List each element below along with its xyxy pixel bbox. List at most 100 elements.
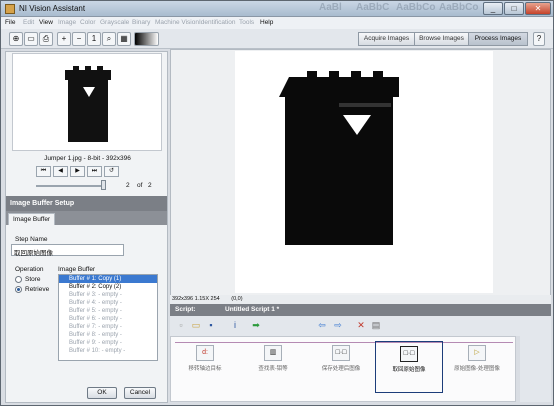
script-step[interactable]: ▷ 原始图像-处理图像 bbox=[443, 341, 511, 381]
minimize-button[interactable]: _ bbox=[483, 2, 503, 15]
list-item[interactable]: Buffer # 7: - empty - bbox=[59, 323, 157, 331]
menu-image[interactable]: Image bbox=[58, 19, 76, 26]
script-toolbar: ▫ ▭ ▪ i ➡ ⇦ ⇨ ✕ ▤ bbox=[170, 316, 551, 336]
step-icon: ▷ bbox=[468, 345, 486, 361]
menu-machine-vision[interactable]: Machine Vision bbox=[155, 19, 199, 26]
thumbnail-view[interactable] bbox=[12, 53, 162, 151]
menu-edit[interactable]: Edit bbox=[23, 19, 34, 26]
list-item[interactable]: Buffer # 4: - empty - bbox=[59, 299, 157, 307]
grayscale-palette-icon[interactable] bbox=[134, 32, 159, 46]
menu-view[interactable]: View bbox=[39, 19, 53, 26]
previous-image-button[interactable]: ◀ bbox=[53, 166, 68, 177]
move-left-icon[interactable]: ⇦ bbox=[316, 319, 328, 331]
step-label: 原始图像-处理图像 bbox=[454, 366, 500, 372]
list-item[interactable]: Buffer # 1: Copy (1) bbox=[59, 275, 157, 283]
page-total: 2 bbox=[148, 182, 152, 189]
delete-step-icon[interactable]: ✕ bbox=[355, 319, 367, 331]
image-canvas[interactable] bbox=[235, 51, 493, 293]
script-steps: d: 移转轴边目标 ▥ 查找表-钼等 □·□ 保存处理后图像 □·□ 取回原始图… bbox=[170, 336, 516, 402]
cursor-coords: (0,0) bbox=[231, 296, 243, 302]
open-folder-icon[interactable]: ▭ bbox=[24, 32, 38, 46]
list-item[interactable]: Buffer # 6: - empty - bbox=[59, 315, 157, 323]
help-icon[interactable]: ? bbox=[533, 32, 545, 46]
zoom-1to1-icon[interactable]: 1 bbox=[87, 32, 101, 46]
app-window: NI Vision Assistant AaBl AaBbC AaBbCo Aa… bbox=[0, 0, 554, 406]
close-button[interactable]: ✕ bbox=[525, 2, 551, 15]
maximize-button[interactable]: □ bbox=[504, 2, 524, 15]
image-buffer-label: Image Buffer bbox=[58, 266, 96, 273]
acquire-images-button[interactable]: Acquire Images bbox=[358, 32, 415, 46]
info-icon[interactable]: i bbox=[229, 319, 241, 331]
script-scrollbar[interactable] bbox=[520, 336, 551, 402]
operation-label: Operation bbox=[15, 266, 44, 273]
background-ghost-text: AaBbCo bbox=[439, 2, 479, 13]
step-icon: d: bbox=[196, 345, 214, 361]
zoom-in-icon[interactable]: + bbox=[57, 32, 71, 46]
menu-color[interactable]: Color bbox=[80, 19, 96, 26]
ok-button[interactable]: OK bbox=[87, 387, 117, 399]
buffer-list[interactable]: Buffer # 1: Copy (1) Buffer # 2: Copy (2… bbox=[58, 274, 158, 361]
step-label: 移转轴边目标 bbox=[188, 366, 222, 372]
status-line: 392x396 1.15X 254 (0,0) bbox=[170, 295, 551, 304]
script-step[interactable]: d: 移转轴边目标 bbox=[171, 341, 239, 381]
list-item[interactable]: Buffer # 10: - empty - bbox=[59, 347, 157, 355]
menu-tools[interactable]: Tools bbox=[239, 19, 254, 26]
list-item[interactable]: Buffer # 3: - empty - bbox=[59, 291, 157, 299]
first-image-button[interactable]: ⏮ bbox=[36, 166, 51, 177]
loop-icon[interactable]: ↺ bbox=[104, 166, 119, 177]
script-header: Script: Untitled Script 1 * bbox=[170, 304, 551, 316]
process-images-button[interactable]: Process Images bbox=[468, 32, 528, 46]
background-ghost-text: AaBbC bbox=[356, 2, 390, 13]
page-of-label: of bbox=[137, 182, 143, 189]
window-title: NI Vision Assistant bbox=[19, 4, 86, 13]
list-item[interactable]: Buffer # 9: - empty - bbox=[59, 339, 157, 347]
script-step-selected[interactable]: □·□ 取回原始图像 bbox=[375, 341, 443, 393]
thumbnail-image bbox=[65, 66, 111, 142]
print-icon[interactable]: ⎙ bbox=[39, 32, 53, 46]
script-step[interactable]: ▥ 查找表-钼等 bbox=[239, 341, 307, 381]
menu-binary[interactable]: Binary bbox=[132, 19, 150, 26]
step-icon: □·□ bbox=[400, 346, 418, 362]
acquire-icon[interactable]: ⊕ bbox=[9, 32, 23, 46]
browse-images-button[interactable]: Browse Images bbox=[414, 32, 469, 46]
list-item[interactable]: Buffer # 5: - empty - bbox=[59, 307, 157, 315]
step-icon: □·□ bbox=[332, 345, 350, 361]
move-right-icon[interactable]: ⇨ bbox=[332, 319, 344, 331]
menu-bar: File Edit View Image Color Grayscale Bin… bbox=[1, 17, 553, 29]
image-slider-track[interactable] bbox=[36, 185, 106, 187]
thumbnail-caption: Jumper 1.jpg - 8-bit - 392x396 bbox=[44, 155, 131, 162]
image-view[interactable] bbox=[170, 49, 551, 296]
store-radio[interactable] bbox=[15, 276, 22, 283]
step-label: 保存处理后图像 bbox=[321, 366, 361, 372]
zoom-out-icon[interactable]: − bbox=[72, 32, 86, 46]
image-slider-knob[interactable] bbox=[101, 180, 106, 190]
color-palette-icon[interactable]: ▦ bbox=[117, 32, 131, 46]
tab-image-buffer[interactable]: Image Buffer bbox=[8, 213, 56, 225]
open-script-icon[interactable]: ▭ bbox=[190, 319, 202, 331]
retrieve-label: Retrieve bbox=[25, 286, 50, 293]
run-icon[interactable]: ➡ bbox=[250, 319, 262, 331]
title-bar[interactable]: NI Vision Assistant AaBl AaBbC AaBbCo Aa… bbox=[1, 1, 553, 17]
script-name: Untitled Script 1 * bbox=[225, 306, 280, 313]
new-script-icon[interactable]: ▫ bbox=[175, 319, 187, 331]
main-toolbar: ⊕ ▭ ⎙ + − 1 ⌕ ▦ Acquire Images Browse Im… bbox=[1, 29, 553, 49]
step-name-input[interactable]: 取回原始图像 bbox=[11, 244, 124, 257]
menu-file[interactable]: File bbox=[5, 19, 15, 26]
menu-identification[interactable]: Identification bbox=[199, 19, 236, 26]
zoom-fit-icon[interactable]: ⌕ bbox=[102, 32, 116, 46]
cancel-button[interactable]: Cancel bbox=[124, 387, 156, 399]
save-script-icon[interactable]: ▪ bbox=[205, 319, 217, 331]
menu-grayscale[interactable]: Grayscale bbox=[100, 19, 129, 26]
script-step[interactable]: □·□ 保存处理后图像 bbox=[307, 341, 375, 381]
step-label: 取回原始图像 bbox=[392, 367, 426, 373]
menu-help[interactable]: Help bbox=[260, 19, 273, 26]
store-label: Store bbox=[25, 276, 41, 283]
last-image-button[interactable]: ⏭ bbox=[87, 166, 102, 177]
retrieve-radio[interactable] bbox=[15, 286, 22, 293]
list-item[interactable]: Buffer # 8: - empty - bbox=[59, 331, 157, 339]
step-label: 查找表-钼等 bbox=[258, 366, 288, 372]
next-image-button[interactable]: ▶ bbox=[70, 166, 85, 177]
clipboard-icon[interactable]: ▤ bbox=[370, 319, 382, 331]
step-icon: ▥ bbox=[264, 345, 282, 361]
list-item[interactable]: Buffer # 2: Copy (2) bbox=[59, 283, 157, 291]
